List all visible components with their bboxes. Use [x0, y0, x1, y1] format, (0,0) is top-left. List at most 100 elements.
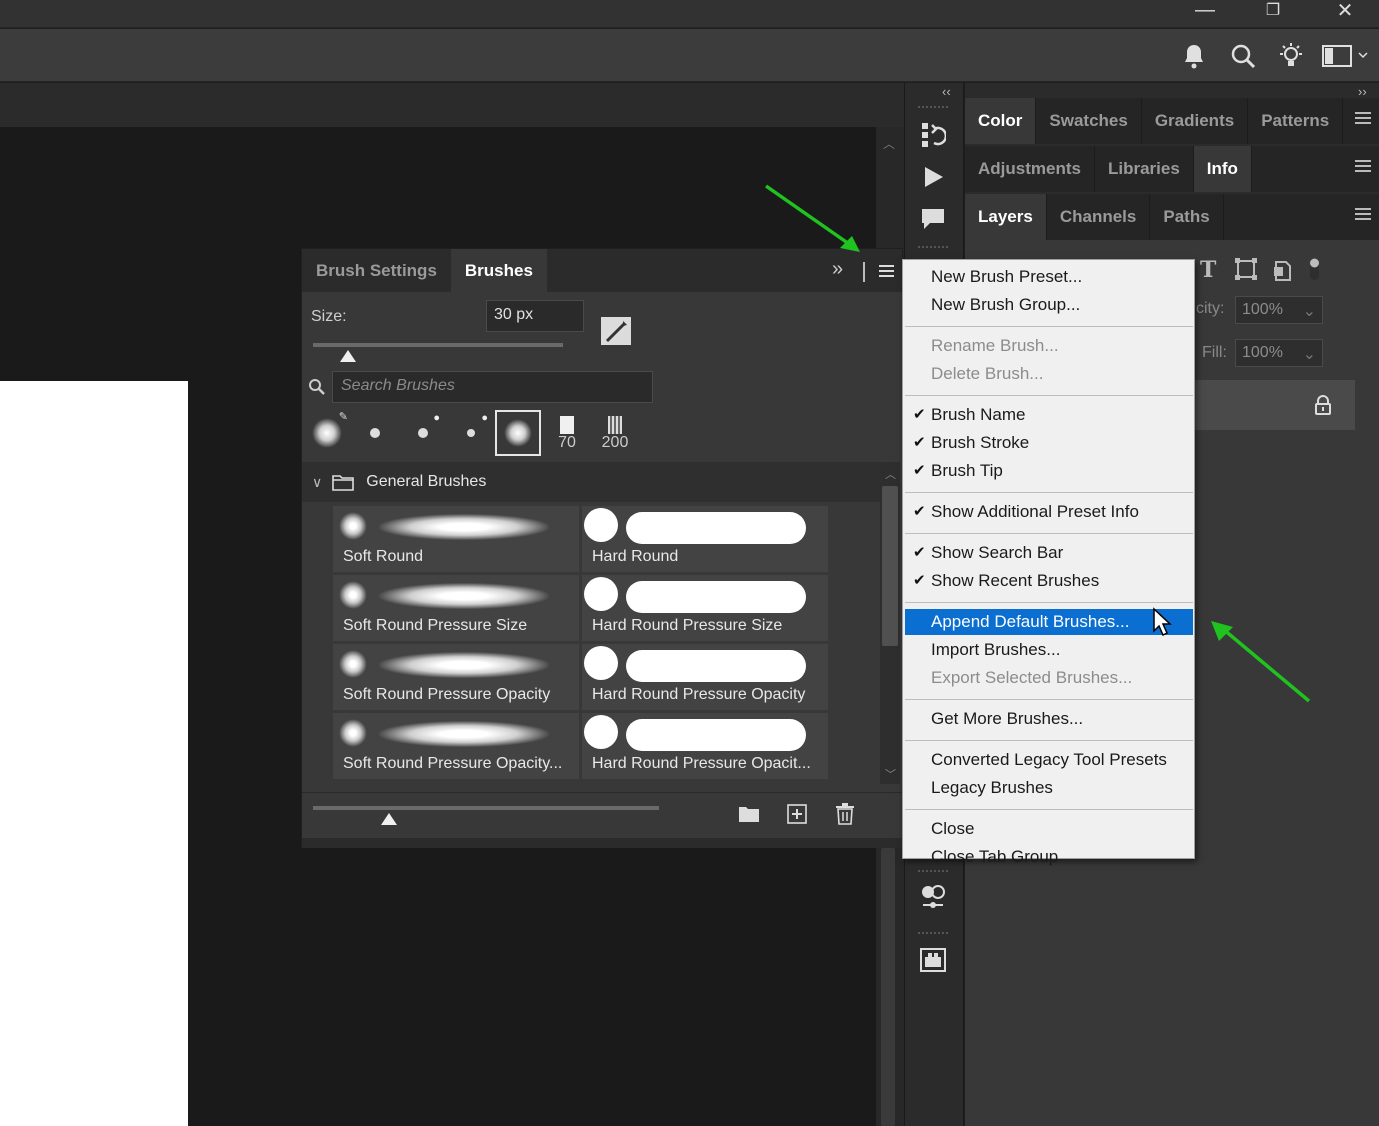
scrollbar-thumb[interactable] [882, 486, 898, 646]
tab-info[interactable]: Info [1193, 146, 1252, 192]
minimize-button[interactable]: — [1185, 0, 1225, 21]
collapse-left-icon[interactable]: ‹‹ [942, 84, 951, 99]
menu-item-delete-brush[interactable]: Delete Brush... [905, 361, 1193, 387]
tab-brushes[interactable]: Brushes [450, 249, 547, 292]
panel-grip[interactable] [918, 932, 948, 936]
bell-icon[interactable] [1179, 41, 1209, 71]
minimize-icon: — [1195, 0, 1215, 21]
tab-brush-settings[interactable]: Brush Settings [302, 249, 451, 292]
history-icon[interactable] [916, 118, 950, 152]
menu-item-legacy-brushes[interactable]: Legacy Brushes [905, 775, 1193, 801]
scroll-up-icon[interactable]: ︿ [885, 466, 896, 482]
panel-resize-grip[interactable] [302, 838, 902, 848]
menu-item-export-selected-brushes[interactable]: Export Selected Brushes... [905, 665, 1193, 691]
drop-icon: ● [481, 412, 488, 424]
menu-item-show-additional-preset-info[interactable]: ✔ Show Additional Preset Info [905, 499, 1193, 525]
recent-brush-1[interactable]: ✎ [304, 410, 350, 456]
chevron-down-icon: ⌄ [1302, 346, 1316, 363]
recent-brush-6[interactable]: 70 [544, 410, 590, 456]
new-preset-icon[interactable] [787, 804, 807, 829]
menu-item-new-brush-group[interactable]: New Brush Group... [905, 292, 1193, 318]
layer-row[interactable] [1190, 380, 1355, 430]
tab-gradients[interactable]: Gradients [1142, 98, 1249, 144]
size-slider-track[interactable] [313, 343, 563, 347]
recent-brush-7[interactable]: 200 [592, 410, 638, 456]
tab-patterns[interactable]: Patterns [1248, 98, 1344, 144]
reset-brush-icon[interactable] [601, 317, 631, 345]
close-window-button[interactable]: ✕ [1325, 0, 1365, 22]
tab-libraries[interactable]: Libraries [1095, 146, 1194, 192]
recent-brush-5-selected[interactable] [495, 410, 541, 456]
recent-brush-2[interactable] [352, 410, 398, 456]
scroll-down-icon[interactable]: ﹀ [885, 766, 896, 782]
size-slider-thumb[interactable] [340, 350, 356, 362]
folder-icon [332, 475, 355, 491]
menu-item-close[interactable]: Close [905, 816, 1193, 842]
menu-item-show-search-bar[interactable]: ✔ Show Search Bar [905, 540, 1193, 566]
menu-item-brush-stroke[interactable]: ✔ Brush Stroke [905, 430, 1193, 456]
restore-button[interactable]: ❐ [1253, 0, 1293, 20]
fill-field[interactable]: 100% ⌄ [1235, 339, 1323, 367]
size-input[interactable]: 30 px [486, 300, 584, 332]
document-canvas[interactable] [0, 381, 188, 1126]
brush-group-header[interactable]: ∨ General Brushes [302, 462, 880, 502]
tab-channels[interactable]: Channels [1047, 194, 1151, 240]
menu-item-new-brush-preset[interactable]: New Brush Preset... [905, 264, 1193, 290]
brushes-scrollbar[interactable] [880, 462, 900, 784]
brush-preset[interactable]: Soft Round Pressure Opacity... [333, 713, 579, 779]
tab-swatches[interactable]: Swatches [1036, 98, 1142, 144]
search-brushes-input[interactable]: Search Brushes [332, 371, 653, 403]
tab-layers[interactable]: Layers [965, 194, 1047, 240]
opacity-field[interactable]: 100% ⌄ [1235, 296, 1323, 324]
brushes-panel-menu-icon[interactable] [879, 265, 894, 277]
opacity-value: 100% [1242, 301, 1283, 318]
menu-item-rename-brush[interactable]: Rename Brush... [905, 333, 1193, 359]
trash-icon[interactable] [835, 803, 855, 830]
properties-icon[interactable] [916, 880, 950, 914]
menu-item-get-more-brushes[interactable]: Get More Brushes... [905, 706, 1193, 732]
workspace-icon[interactable] [1320, 41, 1370, 71]
tab-label: Patterns [1261, 111, 1330, 130]
brush-preset[interactable]: Soft Round Pressure Size [333, 575, 579, 641]
tab-color[interactable]: Color [965, 98, 1037, 144]
menu-item-import-brushes[interactable]: Import Brushes... [905, 637, 1193, 663]
panel-menu-icon[interactable] [1355, 160, 1371, 172]
tab-adjustments[interactable]: Adjustments [965, 146, 1095, 192]
brush-preset[interactable]: Soft Round [333, 506, 579, 572]
menu-item-label: Show Additional Preset Info [931, 502, 1139, 521]
preview-size-slider-track[interactable] [313, 806, 659, 810]
panel-grip[interactable] [918, 106, 948, 110]
actions-play-icon[interactable] [916, 160, 950, 194]
search-icon[interactable] [1228, 41, 1258, 71]
tab-label: Layers [978, 207, 1033, 226]
panel-grip[interactable] [918, 870, 948, 874]
recent-brush-4[interactable]: ● [448, 410, 494, 456]
comments-icon[interactable] [916, 202, 950, 236]
brush-preset[interactable]: Soft Round Pressure Opacity [333, 644, 579, 710]
brush-preset[interactable]: Hard Round Pressure Opacity [582, 644, 828, 710]
menu-item-converted-legacy-tool-presets[interactable]: Converted Legacy Tool Presets [905, 747, 1193, 773]
menu-item-append-default-brushes[interactable]: Append Default Brushes... [905, 609, 1193, 635]
brush-preset[interactable]: Hard Round Pressure Size [582, 575, 828, 641]
preview-size-slider-thumb[interactable] [381, 813, 398, 825]
recent-brush-3[interactable]: ● [400, 410, 446, 456]
panel-grip[interactable] [918, 246, 948, 250]
menu-item-show-recent-brushes[interactable]: ✔ Show Recent Brushes [905, 568, 1193, 594]
panel-menu-icon[interactable] [1355, 208, 1371, 220]
new-group-folder-icon[interactable] [738, 805, 760, 828]
menu-item-brush-tip[interactable]: ✔ Brush Tip [905, 458, 1193, 484]
collapse-panel-icon[interactable]: » [832, 258, 843, 281]
expand-right-icon[interactable]: ›› [1358, 84, 1367, 99]
brush-preset[interactable]: Hard Round [582, 506, 828, 572]
brush-preset[interactable]: Hard Round Pressure Opacit... [582, 713, 828, 779]
lightbulb-icon[interactable] [1276, 41, 1306, 71]
tab-paths[interactable]: Paths [1150, 194, 1224, 240]
menu-item-brush-name[interactable]: ✔ Brush Name [905, 402, 1193, 428]
glyphs-icon[interactable] [916, 942, 950, 976]
scrollbar-thumb[interactable] [881, 848, 895, 1126]
small-brush-tip-icon [467, 429, 475, 437]
panel-menu-icon[interactable] [1355, 112, 1371, 124]
checkmark-icon: ✔ [913, 572, 926, 589]
scroll-up-icon[interactable]: ︿ [883, 135, 895, 152]
menu-item-close-tab-group[interactable]: Close Tab Group [905, 844, 1193, 870]
